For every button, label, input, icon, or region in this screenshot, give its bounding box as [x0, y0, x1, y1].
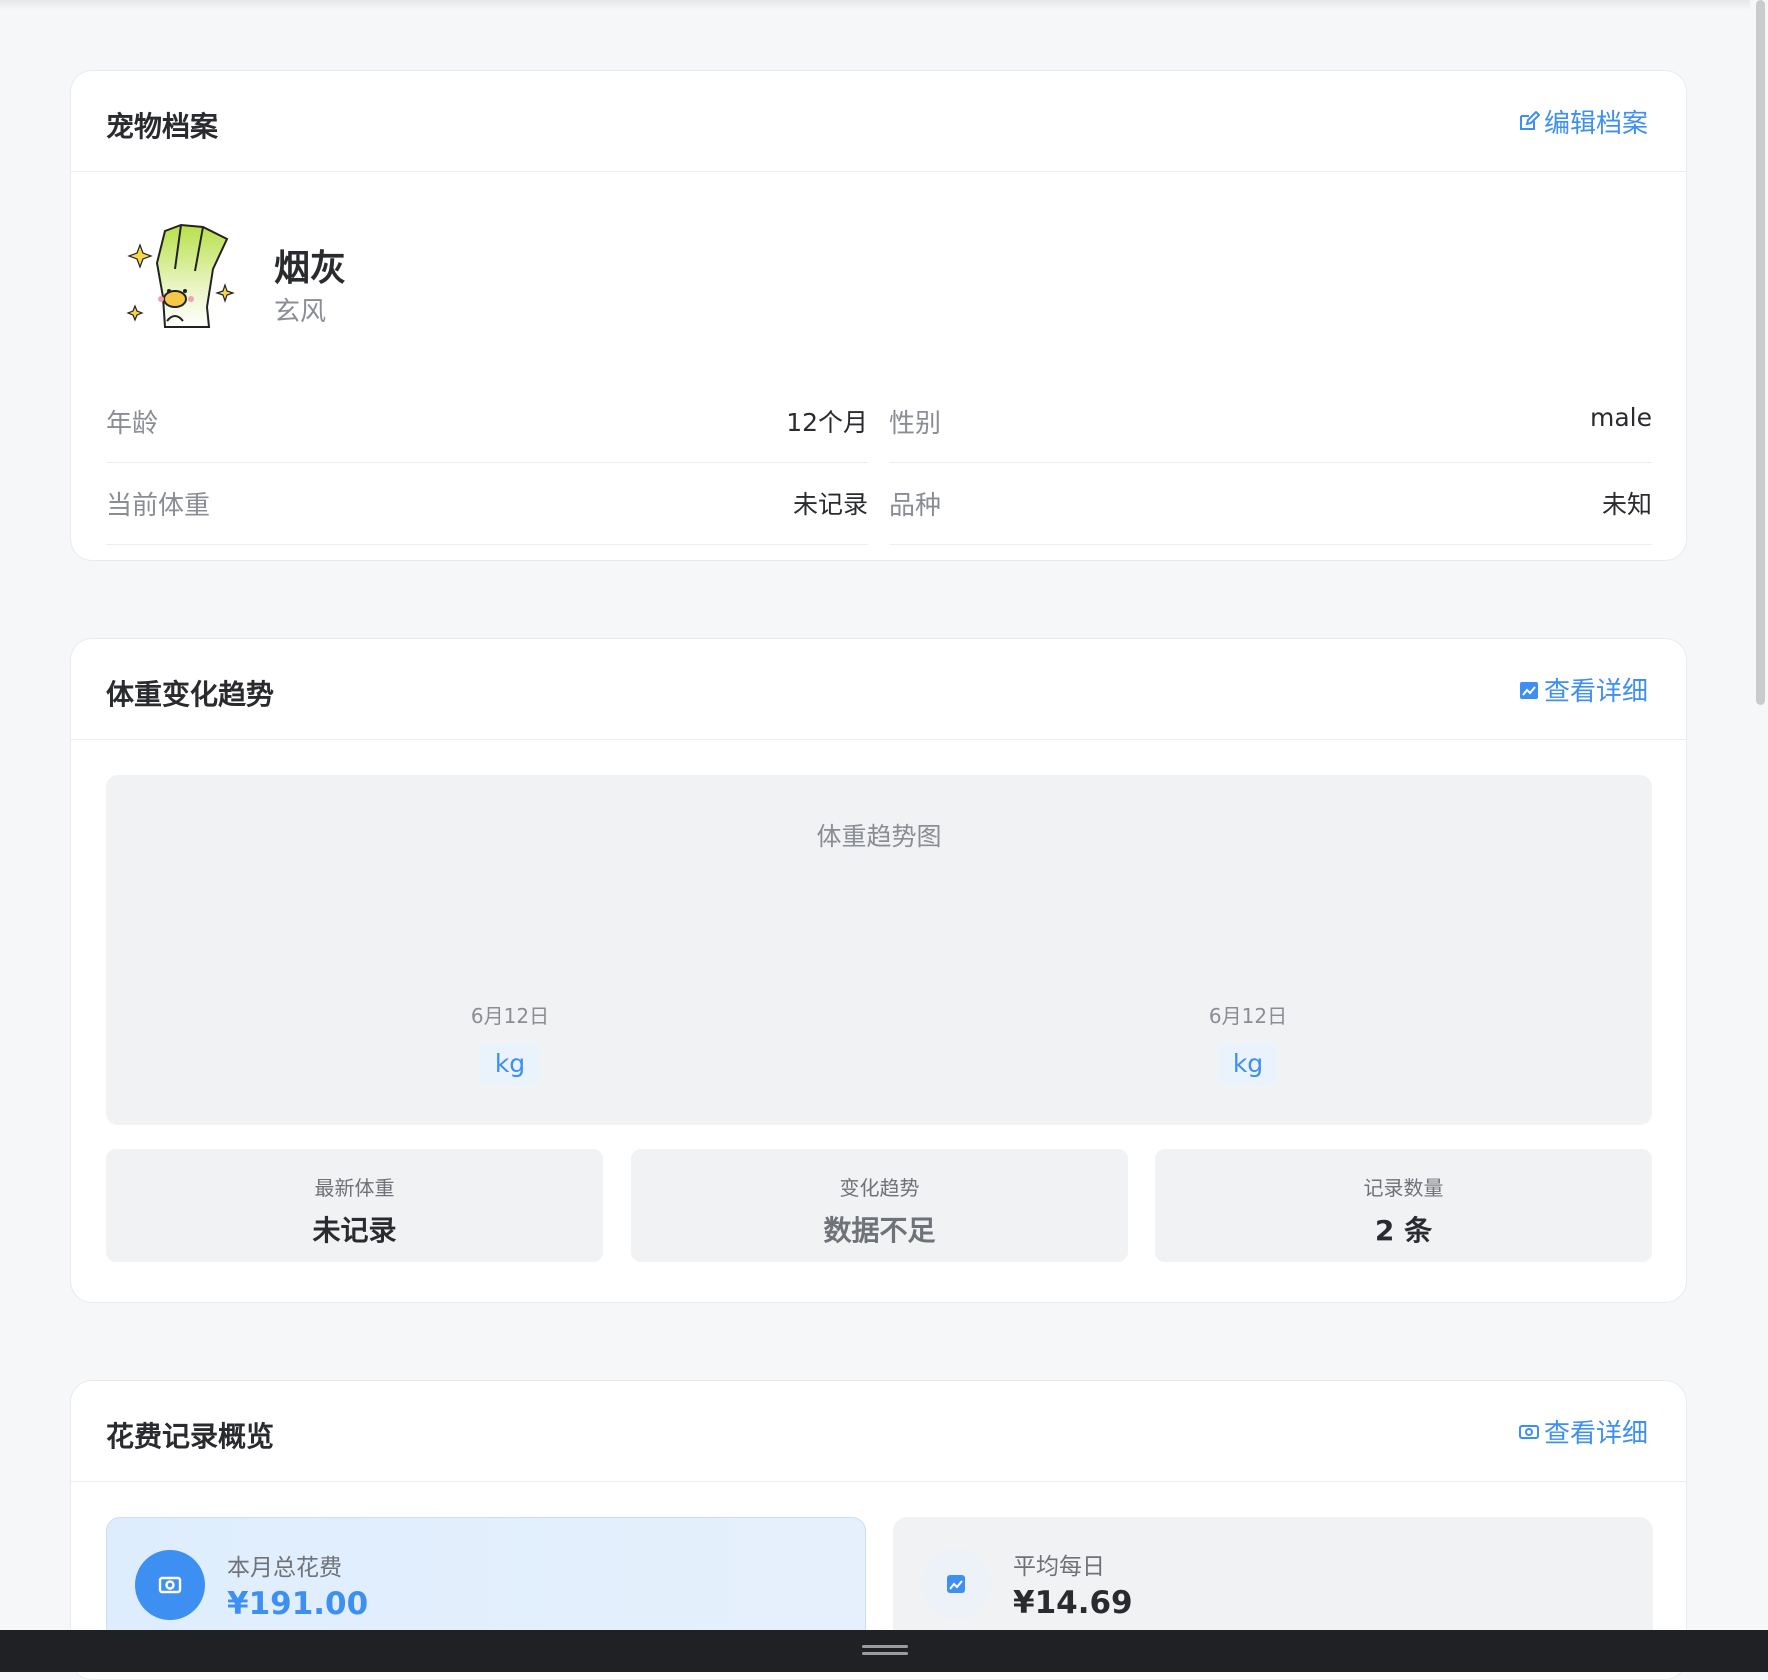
info-row-gender: 性别 male	[889, 381, 1652, 463]
weight-card-title: 体重变化趋势	[106, 678, 275, 711]
expense-card-title: 花费记录概览	[106, 1420, 275, 1453]
edit-profile-label: 编辑档案	[1543, 109, 1648, 139]
chart-point-unit: kg	[1218, 1043, 1278, 1085]
chart-point-date: 6月12日	[470, 1004, 550, 1028]
weight-chart-title: 体重趋势图	[816, 822, 942, 851]
trend-chart-icon	[1519, 681, 1538, 699]
stat-value: 2 条	[1374, 1214, 1433, 1247]
info-row-weight: 当前体重 未记录	[106, 463, 868, 545]
stat-value: 数据不足	[823, 1214, 936, 1247]
pet-species: 玄风	[274, 297, 327, 327]
weight-trend-card: 体重变化趋势 查看详细 体重趋势图 6月12日 kg 6月12日 kg 最新体重…	[70, 638, 1687, 1303]
breed-label: 品种	[889, 491, 942, 521]
stat-record-count: 记录数量 2 条	[1155, 1149, 1652, 1262]
gender-value: male	[1590, 403, 1652, 432]
stat-label: 变化趋势	[839, 1176, 920, 1200]
pet-avatar	[126, 223, 235, 328]
weight-detail-label: 查看详细	[1543, 677, 1648, 707]
expense-detail-label: 查看详细	[1543, 1419, 1648, 1449]
edit-icon	[1519, 110, 1540, 130]
expense-card-header: 花费记录概览 查看详细	[71, 1381, 1686, 1482]
info-row-age: 年龄 12个月	[106, 381, 868, 463]
weight-detail-button[interactable]: 查看详细	[1518, 671, 1648, 708]
current-weight-label: 当前体重	[106, 491, 211, 521]
trend-chart-icon	[947, 1575, 965, 1593]
monthly-total-icon-circle	[135, 1550, 205, 1620]
daily-average-value: ¥14.69	[1013, 1585, 1133, 1621]
daily-average-label: 平均每日	[1013, 1554, 1105, 1580]
chart-point-date: 6月12日	[1208, 1004, 1288, 1028]
money-icon	[1518, 1424, 1539, 1439]
edit-profile-button[interactable]: 编辑档案	[1518, 103, 1648, 140]
monthly-total-value: ¥191.00	[227, 1586, 369, 1622]
stat-latest-weight: 最新体重 未记录	[106, 1149, 603, 1262]
stat-trend: 变化趋势 数据不足	[631, 1149, 1128, 1262]
daily-average-icon-circle	[921, 1549, 991, 1619]
drag-handle-line[interactable]	[862, 1645, 908, 1648]
stat-label: 最新体重	[314, 1176, 395, 1200]
weight-card-header: 体重变化趋势 查看详细	[71, 639, 1686, 740]
profile-card-title: 宠物档案	[106, 110, 219, 143]
stat-label: 记录数量	[1363, 1176, 1444, 1200]
monthly-total-label: 本月总花费	[227, 1555, 342, 1581]
scrollbar-track[interactable]	[1750, 0, 1768, 1630]
age-label: 年龄	[106, 409, 159, 439]
stat-value: 未记录	[312, 1214, 397, 1247]
top-shadow	[0, 0, 1750, 10]
info-row-breed: 品种 未知	[889, 463, 1652, 545]
profile-card-header: 宠物档案 编辑档案	[71, 71, 1686, 172]
gender-label: 性别	[889, 409, 942, 439]
chart-point-unit: kg	[480, 1043, 540, 1085]
expense-detail-button[interactable]: 查看详细	[1518, 1413, 1648, 1450]
pet-profile-card: 宠物档案 编辑档案 烟灰 玄风 年龄 12个月 性别 male 当前体重 未记录…	[70, 70, 1687, 561]
current-weight-value: 未记录	[792, 490, 868, 519]
drag-handle-line[interactable]	[862, 1652, 908, 1655]
breed-value: 未知	[1601, 490, 1652, 519]
bottom-bar	[0, 1630, 1768, 1672]
weight-chart: 体重趋势图 6月12日 kg 6月12日 kg	[106, 775, 1652, 1125]
age-value: 12个月	[786, 408, 868, 437]
pet-name: 烟灰	[274, 248, 347, 289]
money-icon	[158, 1576, 182, 1594]
scrollbar-thumb[interactable]	[1756, 0, 1765, 705]
